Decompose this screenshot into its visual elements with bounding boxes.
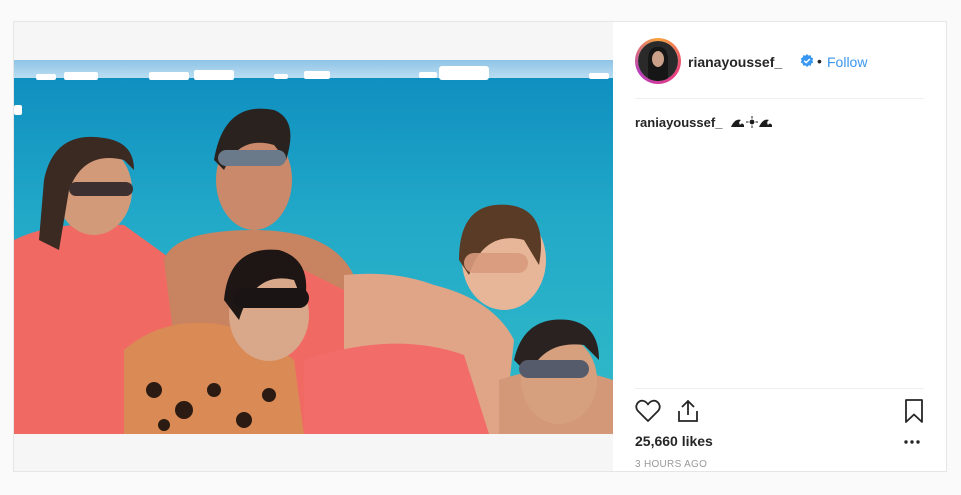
separator-dot: • <box>817 53 822 69</box>
caption-username[interactable]: raniayoussef_ <box>635 115 722 130</box>
username-link[interactable]: rianayoussef_ <box>688 54 782 70</box>
post-media <box>14 22 613 471</box>
action-bar <box>635 388 924 429</box>
follow-button[interactable]: Follow <box>827 54 867 70</box>
avatar[interactable] <box>638 41 678 81</box>
share-icon[interactable] <box>676 399 700 423</box>
story-ring[interactable] <box>635 38 681 84</box>
verified-badge-icon <box>800 54 814 67</box>
caption: raniayoussef_ <box>635 115 773 131</box>
wave-sun-wave-icon <box>731 116 773 129</box>
bookmark-icon[interactable] <box>904 399 924 423</box>
post-card: rianayoussef_ • Follow raniayoussef_ 25,… <box>13 21 947 472</box>
post-header: rianayoussef_ • Follow <box>635 38 924 99</box>
post-photo[interactable] <box>14 60 613 434</box>
caption-emoji <box>731 116 773 131</box>
post-details-panel: rianayoussef_ • Follow raniayoussef_ 25,… <box>613 22 946 471</box>
more-options-icon[interactable] <box>904 440 920 444</box>
post-timestamp[interactable]: 3 HOURS AGO <box>635 459 707 470</box>
heart-icon[interactable] <box>635 399 661 423</box>
like-count[interactable]: 25,660 likes <box>635 433 713 449</box>
